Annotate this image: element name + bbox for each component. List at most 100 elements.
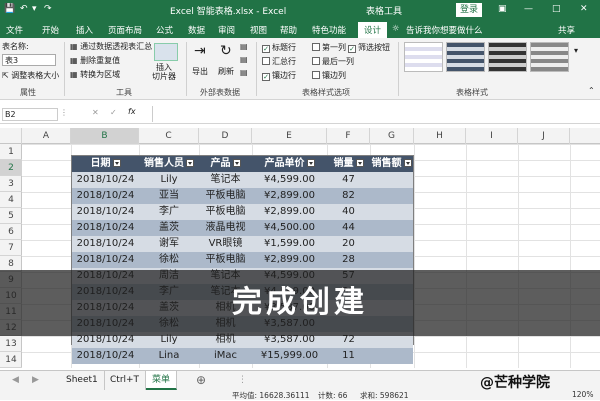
banded-rows-checkbox[interactable]: ✓ 镶边行 [262,70,296,81]
table-cell[interactable]: Lina [139,348,199,364]
unlink-icon[interactable]: ▤ [240,68,248,77]
close-icon[interactable]: ✕ [580,4,588,14]
table-cell[interactable]: 82 [327,188,370,204]
table-cell[interactable]: 40 [327,204,370,220]
tab-file[interactable]: 文件 [6,24,23,36]
table-cell[interactable]: 2018/10/24 [72,236,139,252]
login-button[interactable]: 登录 [456,3,483,17]
ribbon-display-icon[interactable]: ▣ [498,4,507,14]
summarize-pivot-button[interactable]: ▦ 通过数据透视表汇总 [70,41,152,52]
table-cell[interactable]: 44 [327,220,370,236]
save-icon[interactable]: 💾 [4,4,15,14]
redo-icon[interactable]: ↷ [44,4,52,14]
filter-dropdown-icon[interactable] [232,159,241,167]
insert-slicer-button[interactable]: 插入 切片器 [152,63,176,81]
table-name-input[interactable]: 表3 [2,54,56,66]
filter-dropdown-icon[interactable] [403,159,412,167]
table-cell[interactable]: 笔记本 [199,172,252,188]
formula-input[interactable] [152,106,596,122]
last-column-checkbox[interactable]: 最后一列 [312,56,354,67]
insert-function-button[interactable]: fx [128,107,136,116]
row-header[interactable]: 7 [0,240,22,256]
table-cell[interactable]: ¥2,899.00 [252,188,327,204]
tab-data[interactable]: 数据 [188,24,205,36]
table-header-cell[interactable]: 产品单价 [252,156,327,172]
column-header[interactable]: J [518,128,570,144]
table-cell[interactable]: 2018/10/24 [72,188,139,204]
sheet-tab-sheet1[interactable]: Sheet1 [60,371,105,390]
table-cell[interactable]: 2018/10/24 [72,348,139,364]
table-cell[interactable]: 2018/10/24 [72,252,139,268]
table-cell[interactable]: 谢军 [139,236,199,252]
undo-icon[interactable]: ↶ [20,4,28,14]
row-header[interactable]: 6 [0,224,22,240]
filter-dropdown-icon[interactable] [186,159,194,167]
table-cell[interactable]: ¥4,500.00 [252,220,327,236]
table-cell[interactable]: 2018/10/24 [72,204,139,220]
enter-icon[interactable]: ✓ [110,108,117,117]
tab-help[interactable]: 帮助 [280,24,297,36]
row-header[interactable]: 4 [0,192,22,208]
minimize-icon[interactable]: — [524,4,533,14]
cancel-icon[interactable]: ✕ [92,108,99,117]
banded-columns-checkbox[interactable]: 镶边列 [312,70,346,81]
table-header-cell[interactable]: 销量 [327,156,370,172]
table-cell[interactable]: 平板电脑 [199,204,252,220]
table-header-cell[interactable]: 销售人员 [139,156,199,172]
zoom-level[interactable]: 120% [572,390,593,399]
table-cell[interactable]: 47 [327,172,370,188]
table-cell[interactable]: 李广 [139,204,199,220]
convert-range-button[interactable]: ▦ 转换为区域 [70,69,120,80]
tab-home[interactable]: 开始 [42,24,59,36]
export-button[interactable]: 导出 [192,66,208,77]
table-cell[interactable]: 20 [327,236,370,252]
column-header[interactable]: A [22,128,71,144]
table-cell[interactable] [370,236,413,252]
tab-review[interactable]: 审阅 [218,24,235,36]
column-header[interactable]: B [71,128,139,144]
open-browser-icon[interactable]: ▤ [240,55,248,64]
undo-dropdown-icon[interactable]: ▾ [32,4,37,14]
table-cell[interactable] [370,348,413,364]
name-box-dropdown-icon[interactable]: ⋮ [60,108,68,117]
tab-insert[interactable]: 插入 [76,24,93,36]
table-cell[interactable]: ¥2,899.00 [252,204,327,220]
tab-special[interactable]: 特色功能 [312,24,346,36]
styles-more-icon[interactable]: ▾ [574,46,578,55]
tab-design[interactable]: 设计 [358,22,388,38]
table-cell[interactable]: Lily [139,172,199,188]
row-header[interactable]: 2 [0,160,22,176]
tell-me-search[interactable]: 告诉我你想要做什么 [406,24,483,36]
table-cell[interactable] [370,188,413,204]
prev-sheet-icon[interactable]: ◀ [6,371,25,390]
table-cell[interactable]: 28 [327,252,370,268]
table-cell[interactable] [370,220,413,236]
restore-icon[interactable]: □ [552,4,561,14]
add-sheet-icon[interactable]: ⊕ [190,371,212,390]
table-cell[interactable]: 盖茨 [139,220,199,236]
column-header[interactable]: F [327,128,370,144]
tab-page-layout[interactable]: 页面布局 [108,24,142,36]
remove-duplicates-button[interactable]: ▦ 删除重复值 [70,55,120,66]
share-button[interactable]: 共享 [558,24,575,36]
table-style-swatch[interactable] [530,42,569,72]
properties-icon[interactable]: ▤ [240,42,248,51]
table-cell[interactable]: 2018/10/24 [72,172,139,188]
name-box[interactable]: B2 [2,108,58,121]
column-header[interactable]: C [139,128,199,144]
collapse-ribbon-icon[interactable]: ⌃ [588,86,595,95]
filter-button-checkbox[interactable]: ✓ 筛选按钮 [348,42,390,53]
table-cell[interactable]: ¥2,899.00 [252,252,327,268]
filter-dropdown-icon[interactable] [112,159,121,167]
table-cell[interactable] [370,252,413,268]
table-header-cell[interactable]: 日期 [72,156,139,172]
filter-dropdown-icon[interactable] [306,159,315,167]
table-style-swatch[interactable] [488,42,527,72]
first-column-checkbox[interactable]: 第一列 [312,42,346,53]
column-header[interactable]: G [370,128,414,144]
tab-formulas[interactable]: 公式 [156,24,173,36]
table-cell[interactable] [370,204,413,220]
column-header[interactable]: I [466,128,518,144]
table-header-cell[interactable]: 产品 [199,156,252,172]
header-row-checkbox[interactable]: ✓ 标题行 [262,42,296,53]
